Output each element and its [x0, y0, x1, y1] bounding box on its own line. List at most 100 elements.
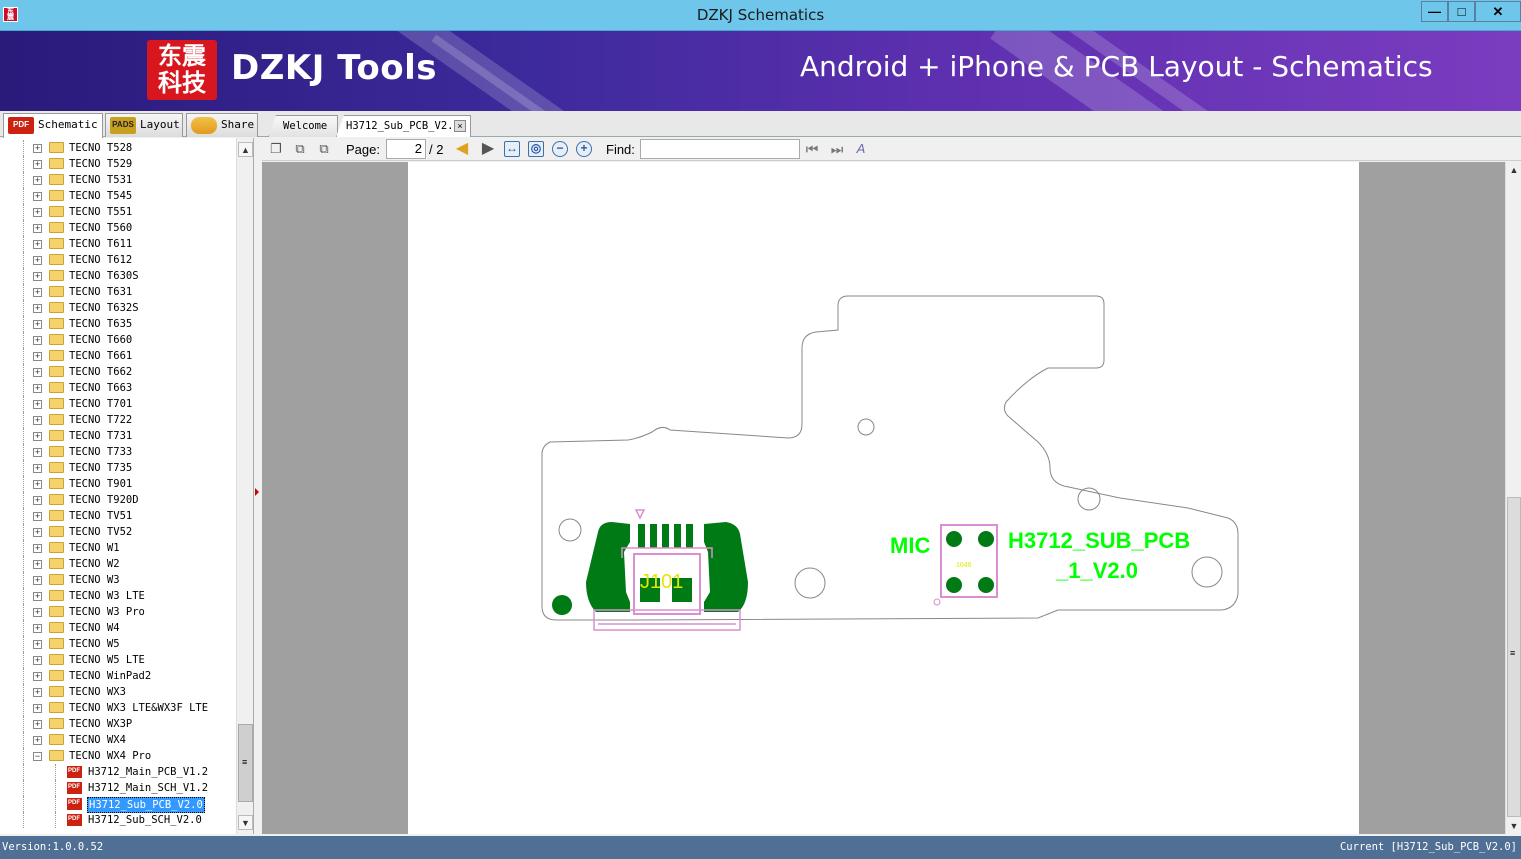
- tree-folder-row[interactable]: + TECNO T531: [0, 172, 236, 188]
- tree-folder-row[interactable]: + TECNO T529: [0, 156, 236, 172]
- tab-current-document[interactable]: H3712_Sub_PCB_V2.0 ×: [336, 115, 471, 137]
- zoom-out-icon[interactable]: −: [552, 141, 568, 157]
- tree-folder-row[interactable]: + TECNO W3 Pro: [0, 604, 236, 620]
- scroll-down-icon[interactable]: ▼: [238, 815, 253, 830]
- tree-folder-row[interactable]: + TECNO WX4: [0, 732, 236, 748]
- expand-icon[interactable]: +: [33, 336, 42, 345]
- expand-icon[interactable]: +: [33, 512, 42, 521]
- expand-icon[interactable]: +: [33, 384, 42, 393]
- expand-icon[interactable]: +: [33, 720, 42, 729]
- tree-folder-row[interactable]: + TECNO T701: [0, 396, 236, 412]
- fit-page-icon[interactable]: ◎: [528, 141, 544, 157]
- tree-folder-row[interactable]: + TECNO T545: [0, 188, 236, 204]
- fit-width-icon[interactable]: ↔: [504, 141, 520, 157]
- tree-folder-row[interactable]: + TECNO W3 LTE: [0, 588, 236, 604]
- expand-icon[interactable]: +: [33, 576, 42, 585]
- close-button[interactable]: ✕: [1475, 1, 1521, 22]
- tree-folder-row[interactable]: + TECNO W5: [0, 636, 236, 652]
- tree-folder-row[interactable]: + TECNO W3: [0, 572, 236, 588]
- expand-icon[interactable]: +: [33, 192, 42, 201]
- expand-icon[interactable]: +: [33, 272, 42, 281]
- tab-share[interactable]: Share: [186, 113, 258, 137]
- expand-icon[interactable]: +: [33, 368, 42, 377]
- expand-icon[interactable]: +: [33, 416, 42, 425]
- expand-icon[interactable]: +: [33, 304, 42, 313]
- scroll-up-icon[interactable]: ▲: [238, 142, 253, 157]
- tree-file-row[interactable]: H3712_Main_SCH_V1.2: [0, 779, 236, 796]
- tree-file-row[interactable]: H3712_Main_PCB_V1.2: [0, 763, 236, 780]
- expand-icon[interactable]: +: [33, 432, 42, 441]
- highlight-text-icon[interactable]: A: [853, 141, 869, 157]
- expand-icon[interactable]: +: [33, 352, 42, 361]
- tree-folder-row[interactable]: + TECNO T611: [0, 236, 236, 252]
- expand-icon[interactable]: +: [33, 640, 42, 649]
- tree-folder-row[interactable]: + TECNO TV52: [0, 524, 236, 540]
- tree-folder-row[interactable]: + TECNO W1: [0, 540, 236, 556]
- tree-folder-row[interactable]: + TECNO T631: [0, 284, 236, 300]
- tree-scroll-thumb[interactable]: ≡: [238, 724, 253, 802]
- tree-folder-row[interactable]: + TECNO T731: [0, 428, 236, 444]
- tab-welcome[interactable]: Welcome: [268, 115, 338, 137]
- expand-icon[interactable]: +: [33, 528, 42, 537]
- tree-folder-row[interactable]: + TECNO T722: [0, 412, 236, 428]
- tree-folder-row[interactable]: + TECNO T733: [0, 444, 236, 460]
- expand-icon[interactable]: +: [33, 656, 42, 665]
- expand-icon[interactable]: +: [33, 208, 42, 217]
- previous-page-icon[interactable]: ◀: [454, 141, 470, 157]
- find-next-icon[interactable]: ⏭: [829, 141, 845, 157]
- expand-icon[interactable]: +: [33, 496, 42, 505]
- expand-icon[interactable]: +: [33, 176, 42, 185]
- expand-icon[interactable]: +: [33, 224, 42, 233]
- expand-icon[interactable]: +: [33, 240, 42, 249]
- document-viewer[interactable]: J101 1046 MIC H3712_SUB_PCB _1_V2.0: [262, 162, 1505, 834]
- tree-folder-row[interactable]: + TECNO WX3 LTE&WX3F LTE: [0, 700, 236, 716]
- expand-icon[interactable]: +: [33, 672, 42, 681]
- tree-file-row[interactable]: H3712_Sub_PCB_V2.0: [0, 795, 236, 813]
- tree-folder-row[interactable]: + TECNO WX3P: [0, 716, 236, 732]
- tree-folder-row[interactable]: + TECNO WX3: [0, 684, 236, 700]
- tree-folder-row[interactable]: + TECNO TV51: [0, 508, 236, 524]
- expand-icon[interactable]: +: [33, 320, 42, 329]
- tree-folder-row[interactable]: + TECNO T635: [0, 316, 236, 332]
- facing-pages-icon[interactable]: ⧉: [316, 141, 332, 157]
- tree-folder-row[interactable]: + TECNO T663: [0, 380, 236, 396]
- tree-folder-row[interactable]: + TECNO W5 LTE: [0, 652, 236, 668]
- panel-splitter[interactable]: [254, 138, 261, 834]
- tree-folder-row[interactable]: + TECNO T630S: [0, 268, 236, 284]
- scroll-down-icon[interactable]: ▼: [1506, 818, 1521, 834]
- next-page-icon[interactable]: ▶: [480, 141, 496, 157]
- minimize-button[interactable]: —: [1421, 1, 1448, 22]
- expand-icon[interactable]: +: [33, 464, 42, 473]
- viewer-scrollbar[interactable]: ▲ ≡ ▼: [1505, 162, 1521, 834]
- expand-icon[interactable]: +: [33, 608, 42, 617]
- tree-folder-row[interactable]: + TECNO T560: [0, 220, 236, 236]
- tree-scrollbar[interactable]: ▲ ≡ ▼: [236, 138, 253, 834]
- page-number-input[interactable]: 2: [386, 139, 426, 159]
- zoom-in-icon[interactable]: +: [576, 141, 592, 157]
- tree-folder-row[interactable]: + TECNO T901: [0, 476, 236, 492]
- find-input[interactable]: [640, 139, 800, 159]
- close-tab-icon[interactable]: ×: [454, 120, 466, 132]
- expand-icon[interactable]: +: [33, 544, 42, 553]
- expand-icon[interactable]: +: [33, 688, 42, 697]
- tree-folder-row[interactable]: + TECNO W4: [0, 620, 236, 636]
- tree-folder-row[interactable]: + TECNO T632S: [0, 300, 236, 316]
- pdf-page[interactable]: J101 1046 MIC H3712_SUB_PCB _1_V2.0: [408, 162, 1359, 834]
- expand-icon[interactable]: +: [33, 256, 42, 265]
- tree-folder-row[interactable]: + TECNO T735: [0, 460, 236, 476]
- tree-folder-row-expanded[interactable]: − TECNO WX4 Pro: [0, 748, 236, 764]
- single-page-icon[interactable]: ❐: [268, 141, 284, 157]
- expand-icon[interactable]: +: [33, 288, 42, 297]
- collapse-arrow-icon[interactable]: [255, 488, 259, 496]
- tree-folder-row[interactable]: + TECNO T662: [0, 364, 236, 380]
- expand-icon[interactable]: +: [33, 480, 42, 489]
- maximize-button[interactable]: □: [1448, 1, 1475, 22]
- expand-icon[interactable]: +: [33, 624, 42, 633]
- expand-icon[interactable]: +: [33, 144, 42, 153]
- expand-icon[interactable]: +: [33, 592, 42, 601]
- expand-icon[interactable]: +: [33, 736, 42, 745]
- expand-icon[interactable]: +: [33, 560, 42, 569]
- tree-folder-row[interactable]: + TECNO WinPad2: [0, 668, 236, 684]
- expand-icon[interactable]: +: [33, 160, 42, 169]
- viewer-scroll-thumb[interactable]: ≡: [1507, 497, 1521, 817]
